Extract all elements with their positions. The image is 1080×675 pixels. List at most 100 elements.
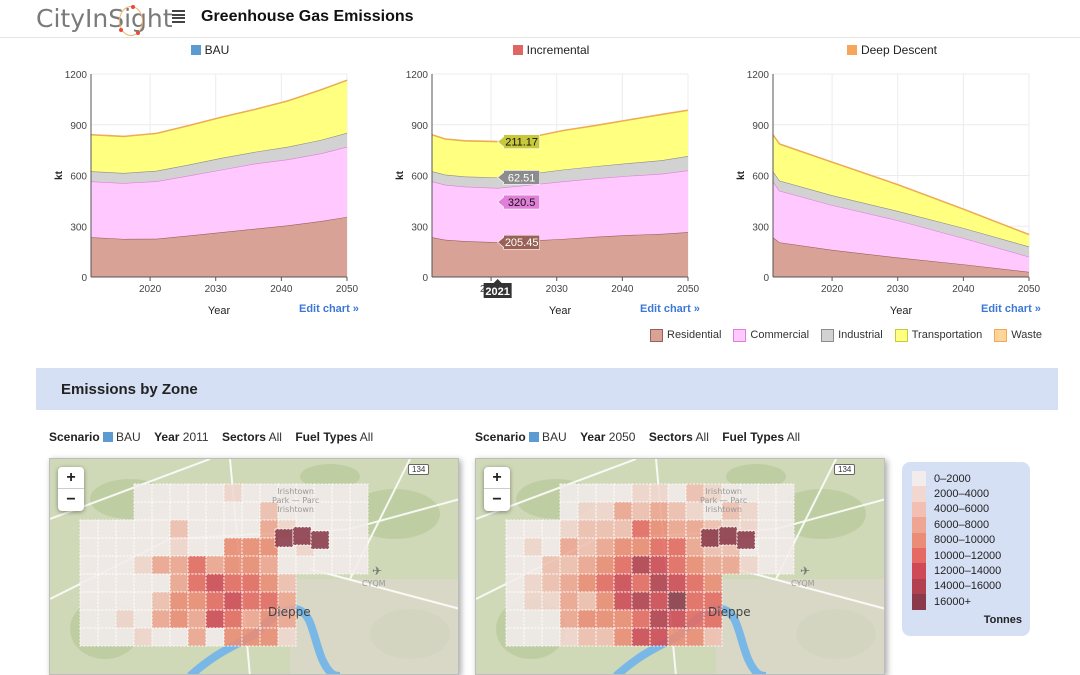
chart-deep-descent: Deep Descent 0 300 600 900 1200 2020 2030 2040 2… (722, 40, 1062, 320)
legend-bin: 0–2000 (912, 471, 971, 487)
chart-svg: 0 300 600 900 1200 2020 2030 2040 2050 kt Year (54, 70, 359, 317)
zone-polygon (241, 537, 261, 557)
zoom-in-button[interactable]: + (484, 467, 510, 489)
zone-polygon (205, 609, 225, 629)
zone-polygon (187, 573, 207, 593)
zone-polygon (97, 609, 117, 629)
zone-polygon (79, 519, 99, 539)
x-tick-label: 2040 (952, 284, 975, 295)
map-canvas[interactable] (476, 459, 885, 675)
legend-item-waste[interactable]: Waste (994, 328, 1042, 342)
zone-polygon (277, 555, 297, 575)
legend-item-residential[interactable]: Residential (650, 328, 722, 342)
sectors-filter[interactable]: Sectors All (222, 430, 282, 444)
zone-polygon (274, 528, 294, 548)
scenario-filter[interactable]: Scenario BAU (475, 430, 567, 444)
zone-polygon (133, 591, 153, 611)
zone-polygon (310, 530, 330, 550)
zone-polygon (277, 573, 297, 593)
y-tick-label: 900 (752, 121, 769, 132)
y-tick-label: 1200 (747, 70, 770, 81)
emissions-legend: Tonnes 0–2000 2000–4000 4000–6000 6000–8000… (902, 462, 1030, 636)
cityinsight-logo[interactable]: CityInSight (36, 4, 173, 36)
legend-swatch (650, 328, 663, 342)
legend-item-transportation[interactable]: Transportation (894, 328, 982, 342)
zone-polygon (577, 537, 597, 557)
legend-swatch (733, 328, 747, 342)
zone-polygon (775, 483, 795, 503)
zone-polygon (667, 555, 687, 575)
chart-svg: 0 300 600 900 1200 2020 2030 2040 2050 kt Year (736, 70, 1041, 317)
fuel-types-filter[interactable]: Fuel Types All (295, 430, 373, 444)
zone-polygon (187, 519, 207, 539)
filter-label: Fuel Types (295, 430, 358, 444)
zone-polygon (79, 609, 99, 629)
logo-text: CityInSight (36, 4, 173, 33)
x-axis-label: Year (549, 305, 572, 317)
zone-polygon (223, 483, 243, 503)
legend-color (912, 594, 926, 610)
zone-polygon (649, 627, 669, 647)
airport-label: CYQM (362, 579, 386, 588)
legend-item-industrial[interactable]: Industrial (821, 328, 883, 342)
zone-map-2011[interactable]: + − Dieppe CYQM ✈ Irishtown Park — Parc Ir… (49, 458, 459, 675)
zone-polygon (97, 591, 117, 611)
edit-chart-link[interactable]: Edit chart » (981, 303, 1041, 315)
zone-polygon (577, 483, 597, 503)
sectors-filter[interactable]: Sectors All (649, 430, 709, 444)
zone-polygon (613, 501, 633, 521)
zone-polygon (685, 627, 705, 647)
zone-polygon (667, 573, 687, 593)
zoom-out-button[interactable]: − (58, 489, 84, 511)
scenario-swatch (103, 432, 114, 442)
route-shield: 134 (408, 464, 430, 475)
zone-polygon (241, 555, 261, 575)
zone-polygon (97, 537, 117, 557)
filter-value: All (695, 430, 709, 444)
zone-polygon (649, 555, 669, 575)
scenario-filter[interactable]: Scenario BAU (49, 430, 141, 444)
filter-label: Year (580, 430, 606, 444)
zone-polygon (169, 591, 189, 611)
zone-polygon (613, 627, 633, 647)
legend-label: Residential (667, 329, 722, 341)
x-tick-label: 2040 (611, 284, 634, 295)
zone-polygon (595, 501, 615, 521)
zoom-out-button[interactable]: − (484, 489, 510, 511)
legend-bin-label: 12000–14000 (934, 565, 1002, 578)
zone-polygon (151, 591, 171, 611)
zone-polygon (541, 609, 561, 629)
y-tick-label: 600 (411, 172, 428, 183)
zone-polygon (133, 555, 153, 575)
zoom-in-button[interactable]: + (58, 467, 84, 489)
zone-polygon (151, 573, 171, 593)
legend-bin: 10000–12000 (912, 548, 1002, 564)
legend-label: Industrial (838, 329, 883, 341)
zone-polygon (577, 501, 597, 521)
year-filter[interactable]: Year 2050 (580, 430, 635, 444)
zone-polygon (115, 609, 135, 629)
zone-polygon (331, 483, 351, 503)
zone-polygon (631, 573, 651, 593)
year-filter[interactable]: Year 2011 (154, 430, 209, 444)
zone-polygon (187, 501, 207, 521)
zone-polygon (79, 627, 99, 647)
hamburger-menu-icon[interactable] (172, 10, 185, 23)
zone-polygon (523, 537, 543, 557)
zone-polygon (667, 609, 687, 629)
zone-polygon (205, 483, 225, 503)
edit-chart-link[interactable]: Edit chart » (640, 303, 700, 315)
zone-polygon (349, 483, 369, 503)
map-canvas[interactable] (50, 459, 459, 675)
zone-polygon (241, 609, 261, 629)
fuel-types-filter[interactable]: Fuel Types All (722, 430, 800, 444)
zone-polygon (115, 591, 135, 611)
zone-polygon (241, 483, 261, 503)
scenario-swatch (529, 432, 540, 442)
park-label: Irishtown Park — Parc Irishtown (272, 487, 320, 514)
legend-bin-label: 10000–12000 (934, 549, 1002, 562)
zone-map-2050[interactable]: + − Dieppe CYQM ✈ Irishtown Park — Parc Ir… (475, 458, 885, 675)
zone-polygon (685, 609, 705, 629)
edit-chart-link[interactable]: Edit chart » (299, 303, 359, 315)
legend-item-commercial[interactable]: Commercial (733, 328, 809, 342)
